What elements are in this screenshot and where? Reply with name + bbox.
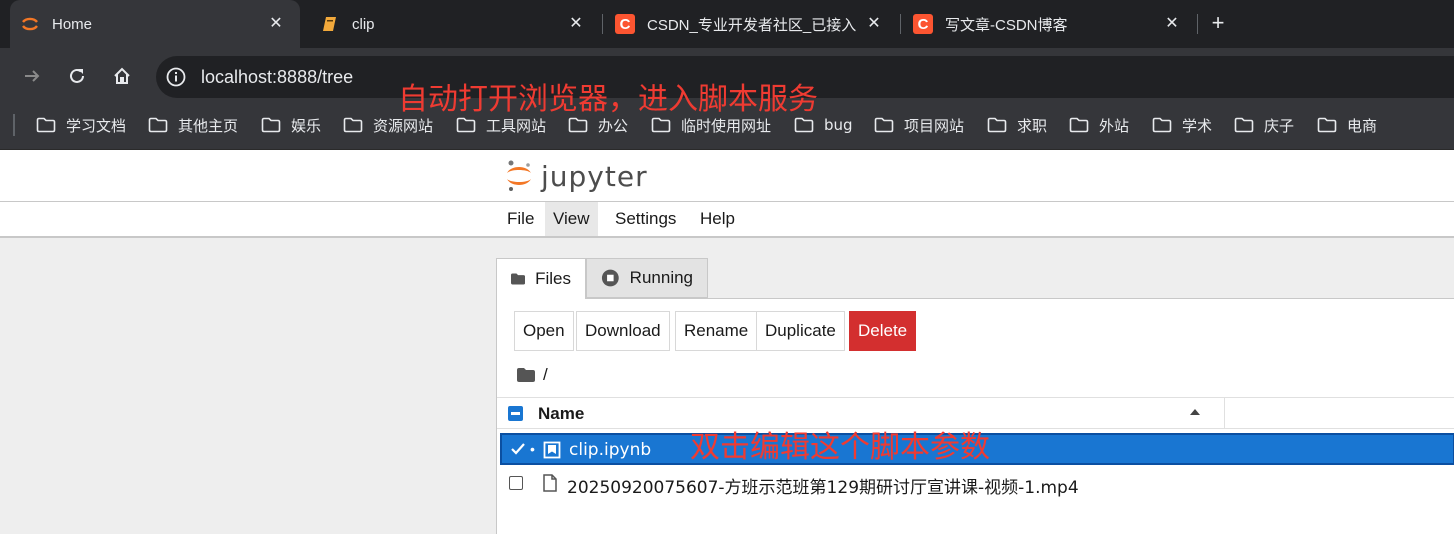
- download-button[interactable]: Download: [576, 311, 670, 351]
- menu-settings[interactable]: Settings: [607, 202, 684, 236]
- browser-tab-strip: Home ✕ clip ✕ C CSDN_专业开发者社区_已接入 ✕ C 写文章…: [0, 0, 1454, 48]
- folder-icon: [874, 117, 894, 133]
- bookmark-label: 其他主页: [178, 116, 239, 135]
- folder-icon: [651, 117, 671, 133]
- open-button[interactable]: Open: [514, 311, 574, 351]
- annotation-double-click: 双击编辑这个脚本参数: [690, 430, 990, 465]
- folder-icon: [1069, 117, 1089, 133]
- folder-icon: [343, 117, 363, 133]
- folder-icon: [511, 273, 526, 285]
- row-checkbox[interactable]: [509, 476, 523, 490]
- sort-ascending-icon[interactable]: [1190, 409, 1200, 415]
- bookmark-label: 项目网站: [904, 116, 965, 135]
- folder-icon: [1152, 117, 1172, 133]
- file-name[interactable]: clip.ipynb: [569, 440, 651, 460]
- browser-tab-clip[interactable]: clip ✕: [308, 0, 600, 48]
- stop-circle-icon: [601, 269, 619, 287]
- reload-icon[interactable]: [65, 64, 89, 88]
- column-name[interactable]: Name: [538, 404, 584, 424]
- file-row-video[interactable]: 20250920075607-方班示范班第129期研讨厅宣讲课-视频-1.mp4: [500, 468, 1454, 500]
- notebook-icon: [320, 14, 340, 34]
- jupyter-logo-icon: [507, 160, 531, 191]
- bookmark-label: bug: [824, 116, 853, 134]
- bookmark-item[interactable]: 学习文档: [36, 114, 126, 136]
- tab-files-label: Files: [535, 269, 571, 288]
- select-all-checkbox[interactable]: [508, 406, 523, 421]
- breadcrumb[interactable]: /: [517, 365, 548, 385]
- browser-tab-csdn-write[interactable]: C 写文章-CSDN博客 ✕: [901, 0, 1196, 48]
- folder-icon: [456, 117, 476, 133]
- tab-title: Home: [52, 15, 93, 33]
- new-tab-button[interactable]: +: [1206, 12, 1230, 36]
- file-icon: [541, 474, 559, 492]
- file-name[interactable]: 20250920075607-方班示范班第129期研讨厅宣讲课-视频-1.mp4: [567, 473, 1079, 498]
- bookmark-item[interactable]: 外站: [1069, 114, 1129, 136]
- folder-icon: [517, 368, 535, 382]
- bookmark-item[interactable]: 项目网站: [874, 114, 964, 136]
- home-icon[interactable]: [110, 64, 134, 88]
- annotation-open-browser: 自动打开浏览器，进入脚本服务: [398, 82, 818, 117]
- bookmark-label: 学习文档: [66, 116, 127, 135]
- bookmark-label: 娱乐: [291, 116, 322, 135]
- bookmark-item[interactable]: 电商: [1317, 114, 1377, 136]
- folder-icon: [987, 117, 1007, 133]
- tab-title: 写文章-CSDN博客: [945, 16, 1068, 34]
- csdn-icon: C: [615, 14, 635, 34]
- jupyter-header: jupyter: [0, 150, 1454, 202]
- bookmarks-divider: [13, 114, 15, 136]
- tab-running[interactable]: Running: [586, 258, 708, 298]
- bookmark-label: 外站: [1099, 116, 1130, 135]
- site-info-icon[interactable]: [164, 65, 188, 89]
- file-browser-panel: Open Download Rename Duplicate Delete / …: [496, 298, 1454, 534]
- bookmark-label: 庆子: [1264, 116, 1295, 135]
- running-indicator-icon: •: [530, 441, 535, 457]
- tab-files[interactable]: Files: [496, 258, 586, 299]
- tab-running-label: Running: [629, 268, 693, 287]
- folder-icon: [568, 117, 588, 133]
- check-icon[interactable]: [510, 441, 526, 457]
- browser-tab-home[interactable]: Home ✕: [10, 0, 300, 48]
- rename-button[interactable]: Rename: [675, 311, 758, 351]
- close-icon[interactable]: ✕: [1162, 14, 1182, 34]
- notebook-file-icon: [543, 441, 561, 459]
- folder-icon: [148, 117, 168, 133]
- bookmark-item[interactable]: 求职: [987, 114, 1047, 136]
- bookmark-label: 电商: [1347, 116, 1378, 135]
- tab-title: clip: [352, 15, 375, 33]
- folder-icon: [1234, 117, 1254, 133]
- tab-title: CSDN_专业开发者社区_已接入: [647, 16, 857, 34]
- menu-view[interactable]: View: [545, 202, 598, 236]
- bookmark-label: 求职: [1017, 116, 1048, 135]
- folder-icon: [1317, 117, 1337, 133]
- close-icon[interactable]: ✕: [566, 14, 586, 34]
- csdn-icon: C: [913, 14, 933, 34]
- close-icon[interactable]: ✕: [266, 14, 286, 34]
- bookmark-item[interactable]: 其他主页: [148, 114, 238, 136]
- menu-help[interactable]: Help: [692, 202, 743, 236]
- jupyter-icon: [20, 14, 40, 34]
- bookmark-item[interactable]: 庆子: [1234, 114, 1294, 136]
- folder-icon: [36, 117, 56, 133]
- forward-icon[interactable]: [20, 64, 44, 88]
- address-url[interactable]: localhost:8888/tree: [201, 67, 353, 88]
- bookmark-item[interactable]: 学术: [1152, 114, 1212, 136]
- folder-icon: [261, 117, 281, 133]
- browser-tab-csdn-home[interactable]: C CSDN_专业开发者社区_已接入 ✕: [603, 0, 898, 48]
- breadcrumb-root[interactable]: /: [543, 365, 548, 385]
- menu-file[interactable]: File: [499, 202, 542, 236]
- bookmark-label: 学术: [1182, 116, 1213, 135]
- jupyter-logo-text: jupyter: [541, 159, 648, 193]
- duplicate-button[interactable]: Duplicate: [756, 311, 845, 351]
- jupyter-menubar: File View Settings Help: [0, 202, 1454, 238]
- delete-button[interactable]: Delete: [849, 311, 917, 351]
- jupyter-logo[interactable]: jupyter: [505, 156, 648, 196]
- folder-icon: [794, 117, 814, 133]
- close-icon[interactable]: ✕: [864, 14, 884, 34]
- tab-separator: [1197, 14, 1198, 34]
- bookmark-item[interactable]: 娱乐: [261, 114, 321, 136]
- column-divider: [1224, 398, 1225, 428]
